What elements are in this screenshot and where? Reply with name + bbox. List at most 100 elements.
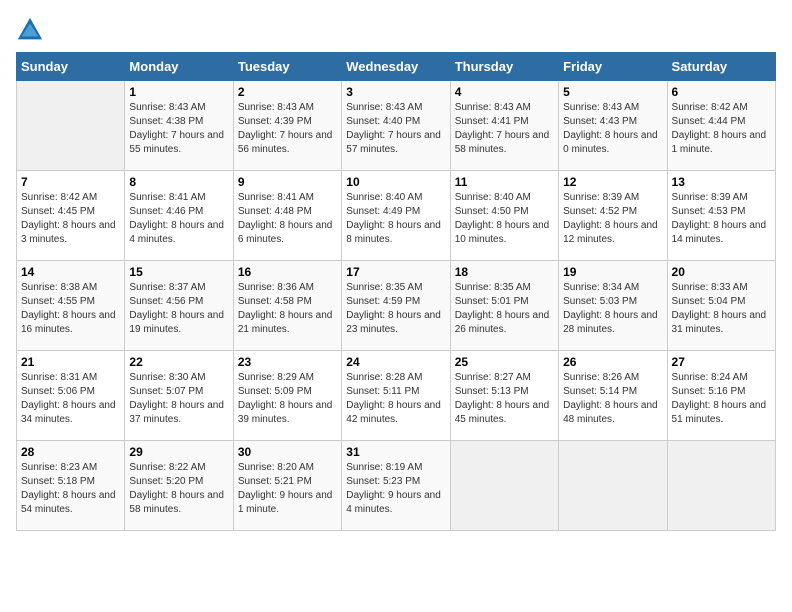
calendar-cell: 1 Sunrise: 8:43 AMSunset: 4:38 PMDaylight… bbox=[125, 81, 233, 171]
day-number: 28 bbox=[21, 445, 120, 459]
calendar-cell: 26Sunrise: 8:26 AMSunset: 5:14 PMDayligh… bbox=[559, 351, 667, 441]
day-info: Sunrise: 8:39 AMSunset: 4:53 PMDaylight:… bbox=[672, 191, 771, 247]
day-number: 24 bbox=[346, 355, 445, 369]
calendar-cell: 30 Sunrise: 8:20 AMSunset: 5:21 PMDayligh… bbox=[233, 441, 341, 531]
day-info: Sunrise: 8:19 AMSunset: 5:23 PMDaylight:… bbox=[346, 461, 445, 517]
calendar-week-5: 28 Sunrise: 8:23 AMSunset: 5:18 PMDayligh… bbox=[17, 441, 776, 531]
day-info: Sunrise: 8:31 AMSunset: 5:06 PMDaylight:… bbox=[21, 371, 120, 427]
day-number: 11 bbox=[455, 175, 554, 189]
day-info: Sunrise: 8:43 AMSunset: 4:38 PMDaylight:… bbox=[129, 101, 228, 157]
calendar-cell: 22Sunrise: 8:30 AMSunset: 5:07 PMDayligh… bbox=[125, 351, 233, 441]
day-number: 31 bbox=[346, 445, 445, 459]
logo-icon bbox=[16, 16, 44, 44]
calendar-cell: 24 Sunrise: 8:28 AMSunset: 5:11 PMDayligh… bbox=[342, 351, 450, 441]
day-info: Sunrise: 8:43 AMSunset: 4:41 PMDaylight:… bbox=[455, 101, 554, 157]
day-number: 5 bbox=[563, 85, 662, 99]
header-sunday: Sunday bbox=[17, 53, 125, 81]
calendar-cell: 23 Sunrise: 8:29 AMSunset: 5:09 PMDayligh… bbox=[233, 351, 341, 441]
calendar-cell: 11 Sunrise: 8:40 AMSunset: 4:50 PMDayligh… bbox=[450, 171, 558, 261]
calendar-cell: 21Sunrise: 8:31 AMSunset: 5:06 PMDayligh… bbox=[17, 351, 125, 441]
day-info: Sunrise: 8:27 AMSunset: 5:13 PMDaylight:… bbox=[455, 371, 554, 427]
day-info: Sunrise: 8:43 AMSunset: 4:40 PMDaylight:… bbox=[346, 101, 445, 157]
day-number: 12 bbox=[563, 175, 662, 189]
day-info: Sunrise: 8:33 AMSunset: 5:04 PMDaylight:… bbox=[672, 281, 771, 337]
header-monday: Monday bbox=[125, 53, 233, 81]
day-info: Sunrise: 8:40 AMSunset: 4:49 PMDaylight:… bbox=[346, 191, 445, 247]
day-info: Sunrise: 8:30 AMSunset: 5:07 PMDaylight:… bbox=[129, 371, 228, 427]
day-number: 16 bbox=[238, 265, 337, 279]
day-number: 17 bbox=[346, 265, 445, 279]
calendar-cell: 17 Sunrise: 8:35 AMSunset: 4:59 PMDayligh… bbox=[342, 261, 450, 351]
calendar-cell: 29 Sunrise: 8:22 AMSunset: 5:20 PMDayligh… bbox=[125, 441, 233, 531]
logo bbox=[16, 16, 48, 44]
day-number: 3 bbox=[346, 85, 445, 99]
calendar-cell bbox=[450, 441, 558, 531]
calendar-week-2: 7 Sunrise: 8:42 AMSunset: 4:45 PMDaylight… bbox=[17, 171, 776, 261]
day-info: Sunrise: 8:29 AMSunset: 5:09 PMDaylight:… bbox=[238, 371, 337, 427]
day-info: Sunrise: 8:40 AMSunset: 4:50 PMDaylight:… bbox=[455, 191, 554, 247]
day-info: Sunrise: 8:23 AMSunset: 5:18 PMDaylight:… bbox=[21, 461, 120, 517]
day-number: 2 bbox=[238, 85, 337, 99]
header-friday: Friday bbox=[559, 53, 667, 81]
calendar-cell: 14 Sunrise: 8:38 AMSunset: 4:55 PMDayligh… bbox=[17, 261, 125, 351]
day-info: Sunrise: 8:38 AMSunset: 4:55 PMDaylight:… bbox=[21, 281, 120, 337]
day-info: Sunrise: 8:39 AMSunset: 4:52 PMDaylight:… bbox=[563, 191, 662, 247]
calendar-cell bbox=[559, 441, 667, 531]
day-info: Sunrise: 8:22 AMSunset: 5:20 PMDaylight:… bbox=[129, 461, 228, 517]
calendar-cell: 20 Sunrise: 8:33 AMSunset: 5:04 PMDayligh… bbox=[667, 261, 775, 351]
day-number: 25 bbox=[455, 355, 554, 369]
calendar-week-4: 21Sunrise: 8:31 AMSunset: 5:06 PMDayligh… bbox=[17, 351, 776, 441]
day-info: Sunrise: 8:42 AMSunset: 4:44 PMDaylight:… bbox=[672, 101, 771, 157]
calendar-cell: 9Sunrise: 8:41 AMSunset: 4:48 PMDaylight… bbox=[233, 171, 341, 261]
day-number: 10 bbox=[346, 175, 445, 189]
day-number: 14 bbox=[21, 265, 120, 279]
header-thursday: Thursday bbox=[450, 53, 558, 81]
day-number: 20 bbox=[672, 265, 771, 279]
day-number: 6 bbox=[672, 85, 771, 99]
day-number: 19 bbox=[563, 265, 662, 279]
day-info: Sunrise: 8:35 AMSunset: 5:01 PMDaylight:… bbox=[455, 281, 554, 337]
day-info: Sunrise: 8:43 AMSunset: 4:43 PMDaylight:… bbox=[563, 101, 662, 157]
day-info: Sunrise: 8:26 AMSunset: 5:14 PMDaylight:… bbox=[563, 371, 662, 427]
day-info: Sunrise: 8:37 AMSunset: 4:56 PMDaylight:… bbox=[129, 281, 228, 337]
header-saturday: Saturday bbox=[667, 53, 775, 81]
day-info: Sunrise: 8:28 AMSunset: 5:11 PMDaylight:… bbox=[346, 371, 445, 427]
calendar-cell: 6 Sunrise: 8:42 AMSunset: 4:44 PMDaylight… bbox=[667, 81, 775, 171]
day-number: 18 bbox=[455, 265, 554, 279]
calendar-cell: 16 Sunrise: 8:36 AMSunset: 4:58 PMDayligh… bbox=[233, 261, 341, 351]
day-number: 30 bbox=[238, 445, 337, 459]
day-info: Sunrise: 8:42 AMSunset: 4:45 PMDaylight:… bbox=[21, 191, 120, 247]
calendar-week-1: 1 Sunrise: 8:43 AMSunset: 4:38 PMDaylight… bbox=[17, 81, 776, 171]
day-info: Sunrise: 8:24 AMSunset: 5:16 PMDaylight:… bbox=[672, 371, 771, 427]
day-number: 4 bbox=[455, 85, 554, 99]
day-info: Sunrise: 8:43 AMSunset: 4:39 PMDaylight:… bbox=[238, 101, 337, 157]
calendar-cell: 3 Sunrise: 8:43 AMSunset: 4:40 PMDaylight… bbox=[342, 81, 450, 171]
calendar-cell: 25 Sunrise: 8:27 AMSunset: 5:13 PMDayligh… bbox=[450, 351, 558, 441]
calendar-cell: 28 Sunrise: 8:23 AMSunset: 5:18 PMDayligh… bbox=[17, 441, 125, 531]
calendar-cell: 13 Sunrise: 8:39 AMSunset: 4:53 PMDayligh… bbox=[667, 171, 775, 261]
day-number: 23 bbox=[238, 355, 337, 369]
calendar-cell: 18 Sunrise: 8:35 AMSunset: 5:01 PMDayligh… bbox=[450, 261, 558, 351]
day-number: 1 bbox=[129, 85, 228, 99]
calendar-cell: 27Sunrise: 8:24 AMSunset: 5:16 PMDayligh… bbox=[667, 351, 775, 441]
day-info: Sunrise: 8:20 AMSunset: 5:21 PMDaylight:… bbox=[238, 461, 337, 517]
day-number: 8 bbox=[129, 175, 228, 189]
calendar-cell: 8Sunrise: 8:41 AMSunset: 4:46 PMDaylight… bbox=[125, 171, 233, 261]
day-info: Sunrise: 8:36 AMSunset: 4:58 PMDaylight:… bbox=[238, 281, 337, 337]
day-number: 13 bbox=[672, 175, 771, 189]
calendar-cell bbox=[667, 441, 775, 531]
calendar-cell: 12 Sunrise: 8:39 AMSunset: 4:52 PMDayligh… bbox=[559, 171, 667, 261]
calendar-header-row: SundayMondayTuesdayWednesdayThursdayFrid… bbox=[17, 53, 776, 81]
day-number: 29 bbox=[129, 445, 228, 459]
day-number: 7 bbox=[21, 175, 120, 189]
calendar-cell bbox=[17, 81, 125, 171]
calendar-cell: 7 Sunrise: 8:42 AMSunset: 4:45 PMDaylight… bbox=[17, 171, 125, 261]
header-tuesday: Tuesday bbox=[233, 53, 341, 81]
calendar-cell: 2 Sunrise: 8:43 AMSunset: 4:39 PMDaylight… bbox=[233, 81, 341, 171]
day-number: 15 bbox=[129, 265, 228, 279]
calendar-cell: 10 Sunrise: 8:40 AMSunset: 4:49 PMDayligh… bbox=[342, 171, 450, 261]
day-info: Sunrise: 8:41 AMSunset: 4:48 PMDaylight:… bbox=[238, 191, 337, 247]
calendar-week-3: 14 Sunrise: 8:38 AMSunset: 4:55 PMDayligh… bbox=[17, 261, 776, 351]
day-info: Sunrise: 8:35 AMSunset: 4:59 PMDaylight:… bbox=[346, 281, 445, 337]
calendar-cell: 31 Sunrise: 8:19 AMSunset: 5:23 PMDayligh… bbox=[342, 441, 450, 531]
